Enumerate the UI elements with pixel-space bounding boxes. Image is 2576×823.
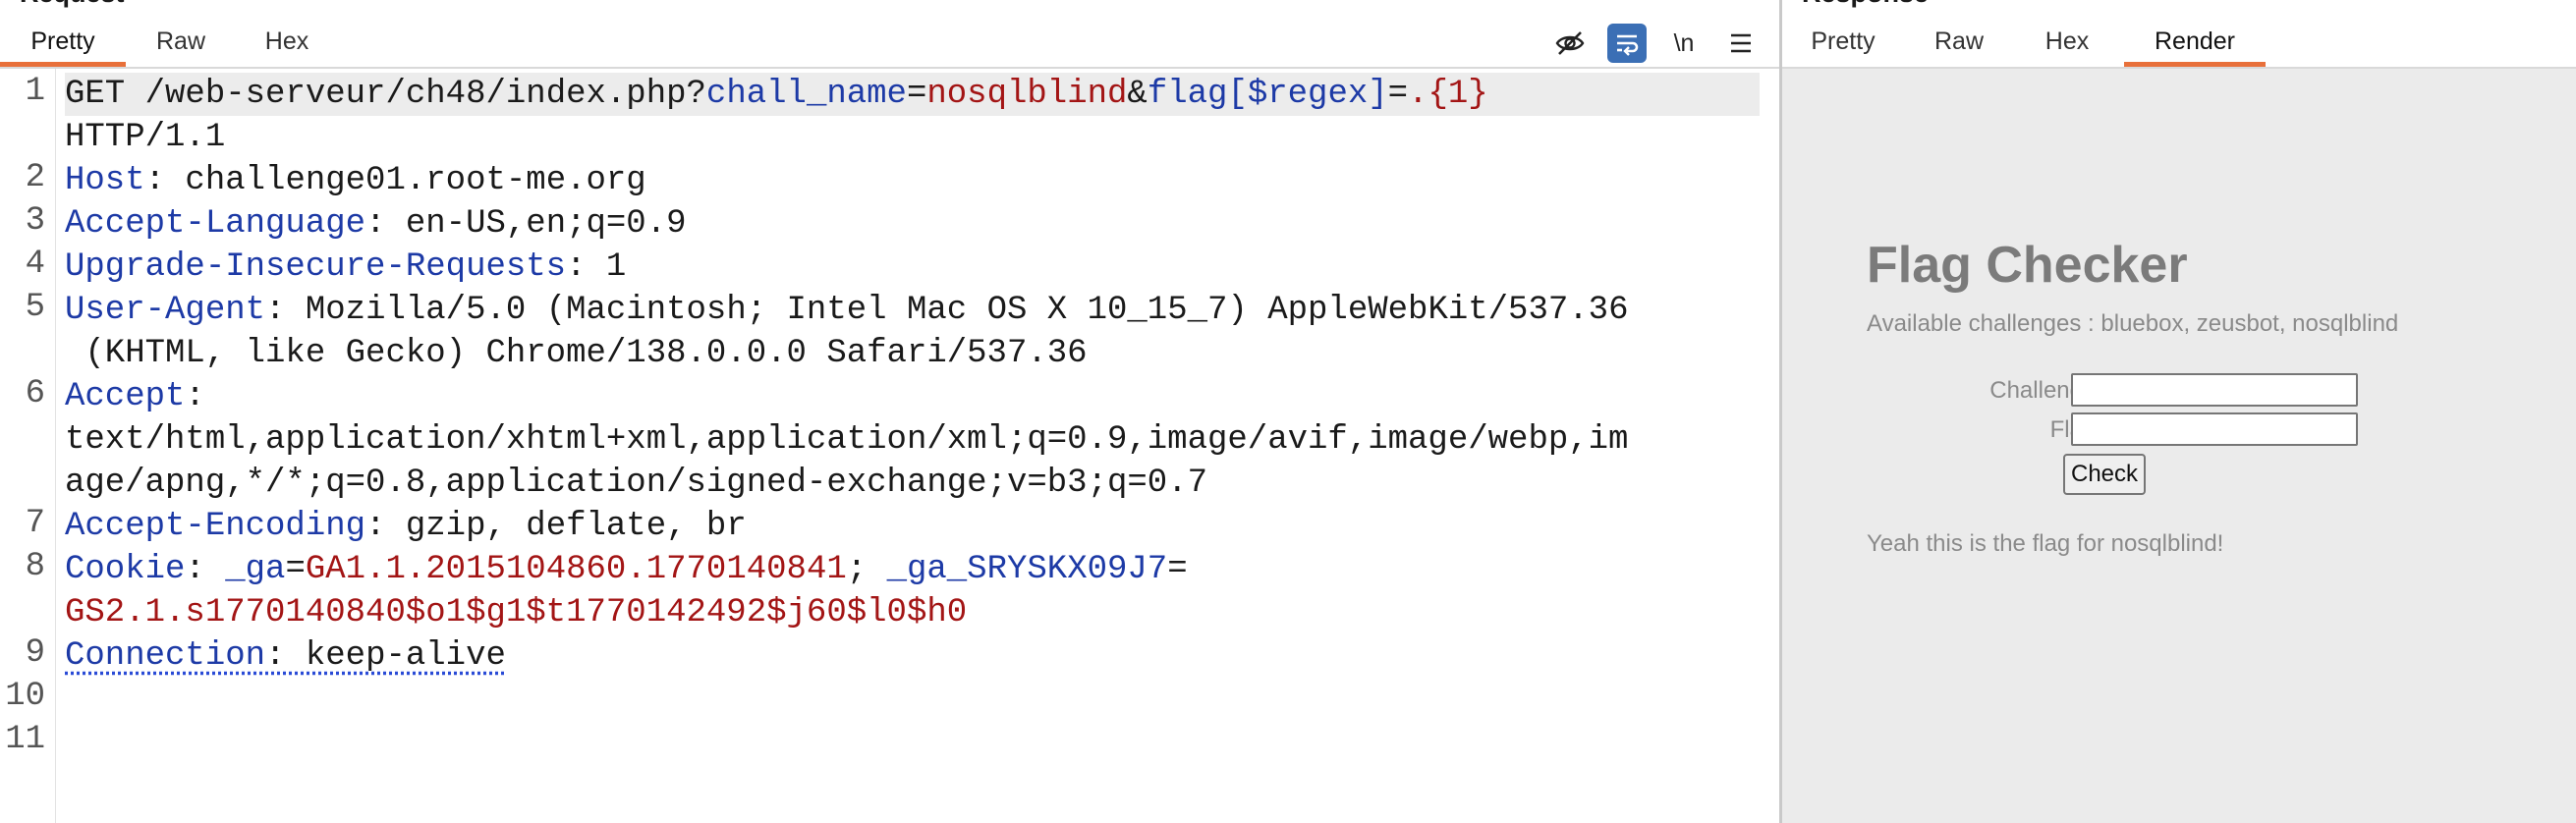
- request-tabbar: Pretty Raw Hex \n: [0, 14, 1779, 69]
- flag-label: Flag:: [1867, 416, 2102, 444]
- line-number-gutter: 1 2 3 4 5 6 7 8 9 10 11: [0, 69, 56, 823]
- request-line-7: Accept-Encoding: gzip, deflate, br: [65, 508, 747, 545]
- rendered-page: Flag Checker Available challenges : blue…: [1867, 236, 2576, 338]
- line-number: 5: [25, 289, 45, 326]
- request-line-8: Cookie: _ga=GA1.1.2015104860.1770140841;…: [65, 551, 1188, 588]
- line-number: 8: [25, 548, 45, 585]
- check-button[interactable]: Check: [2063, 454, 2147, 495]
- request-line-8-wrap: GS2.1.s1770140840$o1$g1$t1770142492$j60$…: [65, 594, 968, 631]
- request-line-9: Connection: keep-alive: [65, 637, 506, 675]
- rendered-result: Yeah this is the flag for nosqlblind!: [1867, 530, 2224, 557]
- request-line-6: Accept:: [65, 378, 205, 415]
- challenge-input[interactable]: [2071, 373, 2358, 407]
- response-tab-raw[interactable]: Raw: [1908, 14, 2010, 65]
- line-number: 6: [25, 375, 45, 412]
- request-line-1-wrap: HTTP/1.1: [65, 119, 226, 156]
- rendered-heading: Flag Checker: [1867, 237, 2188, 294]
- request-tab-pretty[interactable]: Pretty: [0, 14, 126, 67]
- request-line-3: Accept-Language: en-US,en;q=0.9: [65, 205, 687, 243]
- hamburger-menu-icon[interactable]: [1721, 24, 1761, 63]
- line-number: 3: [25, 202, 45, 240]
- line-number: 7: [25, 505, 45, 542]
- request-tab-hex[interactable]: Hex: [248, 14, 326, 65]
- newline-label: \n: [1673, 28, 1695, 57]
- challenge-label: Challenge:: [1989, 377, 2102, 404]
- request-line-5-wrap: (KHTML, like Gecko) Chrome/138.0.0.0 Saf…: [65, 335, 1088, 372]
- request-tab-raw[interactable]: Raw: [143, 14, 218, 65]
- flag-input[interactable]: [2071, 412, 2358, 446]
- line-number: 2: [25, 159, 45, 196]
- request-line-2: Host: challenge01.root-me.org: [65, 162, 646, 199]
- eye-slash-icon[interactable]: [1550, 24, 1590, 63]
- line-number: 9: [25, 634, 45, 672]
- request-pane: Request Pretty Raw Hex: [0, 0, 1779, 823]
- request-line-5: User-Agent: Mozilla/5.0 (Macintosh; Inte…: [65, 292, 1629, 329]
- request-line-4: Upgrade-Insecure-Requests: 1: [65, 248, 627, 286]
- wrap-lines-icon[interactable]: [1607, 24, 1647, 63]
- request-editor[interactable]: GET /web-serveur/ch48/index.php?chall_na…: [65, 69, 1760, 823]
- request-line-6-wrap-b: age/apng,*/*;q=0.8,application/signed-ex…: [65, 465, 1207, 502]
- line-number: 10: [5, 678, 45, 715]
- request-pane-title: Request: [20, 0, 125, 9]
- request-line-6-wrap-a: text/html,application/xhtml+xml,applicat…: [65, 421, 1629, 459]
- response-tab-hex[interactable]: Hex: [2020, 14, 2114, 65]
- response-tab-pretty[interactable]: Pretty: [1788, 14, 1898, 65]
- render-area: Flag Checker Available challenges : blue…: [1782, 69, 2576, 823]
- newline-icon[interactable]: \n: [1664, 24, 1704, 63]
- response-pane: Response Pretty Raw Hex Render Flag Chec…: [1782, 0, 2576, 823]
- line-number: 1: [25, 73, 45, 110]
- response-tabbar: Pretty Raw Hex Render: [1782, 14, 2576, 69]
- request-line-1: GET /web-serveur/ch48/index.php?chall_na…: [65, 76, 1488, 113]
- line-number: 4: [25, 246, 45, 283]
- line-number: 11: [5, 721, 45, 758]
- response-tab-render[interactable]: Render: [2124, 14, 2266, 67]
- rendered-subtitle: Available challenges : bluebox, zeusbot,…: [1867, 310, 2399, 337]
- response-pane-title: Response: [1802, 0, 1929, 9]
